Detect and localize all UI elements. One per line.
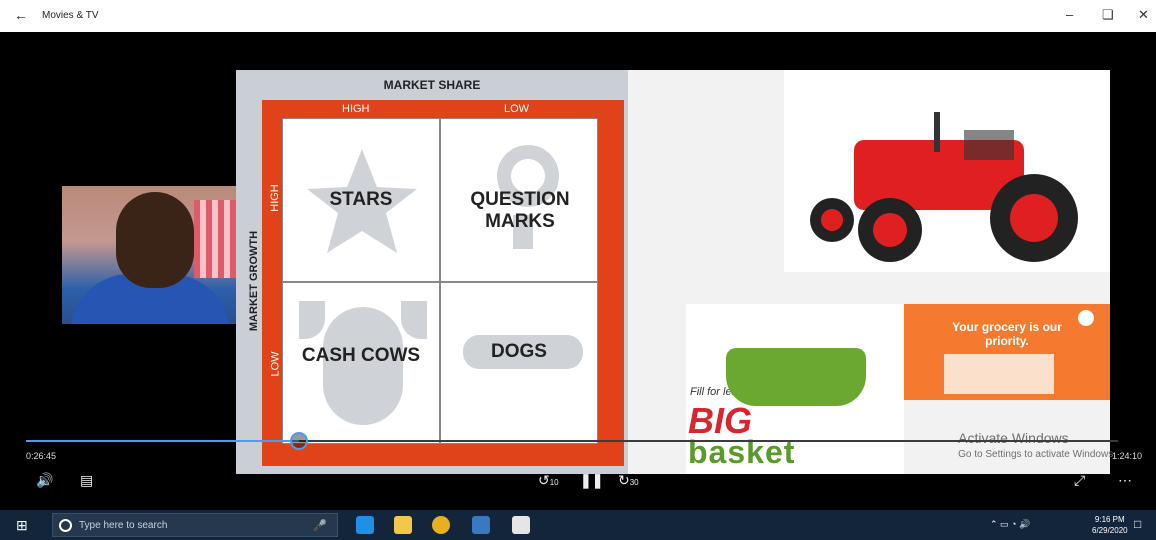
delivery-van-icon — [944, 354, 1054, 394]
market-growth-label: MARKET GROWTH — [248, 230, 260, 332]
pause-icon[interactable]: ❚❚ — [580, 472, 603, 489]
file-explorer-icon[interactable] — [394, 516, 412, 534]
title-bar: ← Movies & TV – ❏ ✕ — [0, 0, 1156, 32]
row-high-label: HIGH — [268, 184, 281, 212]
taskbar: ⊞ Type here to search 🎤 ⌃ ▭ ◔ 🔊 9:16 PM … — [0, 510, 1156, 540]
notifications-icon[interactable]: □ — [1134, 517, 1141, 531]
close-icon[interactable]: ✕ — [1138, 7, 1149, 23]
tractor-icon — [810, 112, 1078, 262]
basket-icon — [726, 348, 866, 406]
stars-cell: STARS — [282, 118, 440, 282]
presenter-head — [116, 192, 194, 288]
market-share-label: MARKET SHARE — [383, 78, 481, 92]
bigbasket-logo-icon — [1078, 310, 1094, 326]
question-marks-cell: QUESTION MARKS — [440, 118, 598, 282]
clock-date: 6/29/2020 — [1092, 526, 1128, 535]
activation-watermark: Activate Windows Go to Settings to activ… — [958, 430, 1116, 460]
rewind-seconds: 10 — [549, 478, 559, 487]
webcam-thumbnail — [62, 186, 236, 324]
question-marks-label: QUESTION MARKS — [470, 189, 570, 232]
microphone-icon[interactable]: 🎤 — [313, 519, 327, 532]
fullscreen-icon[interactable]: ⤢ — [1074, 472, 1085, 489]
cash-cows-cell: CASH COWS — [282, 282, 440, 444]
tractor-image — [784, 70, 1110, 272]
forward-seconds: 30 — [629, 478, 639, 487]
presentation-slide: MARKET SHARE HIGH LOW MARKET GROWTH HIGH… — [236, 70, 1110, 474]
forward-30-icon[interactable]: ↻30 — [618, 472, 639, 489]
activation-title: Activate Windows — [958, 430, 1069, 446]
chrome-icon[interactable] — [432, 516, 450, 534]
cortana-icon — [59, 519, 72, 532]
subtitles-icon[interactable]: ▤ — [80, 472, 93, 489]
bigbasket-ad: Fill for less BIG basket — [686, 304, 904, 474]
video-area[interactable]: MARKET SHARE HIGH LOW MARKET GROWTH HIGH… — [0, 32, 1156, 510]
dogs-label: DOGS — [491, 341, 547, 362]
system-tray-icons[interactable]: ⌃ ▭ ◔ 🔊 — [990, 519, 1030, 530]
volume-icon[interactable]: 🔊 — [36, 472, 53, 489]
clock[interactable]: 9:16 PM 6/29/2020 — [1092, 514, 1128, 536]
movies-tv-icon[interactable] — [512, 516, 530, 534]
minimize-icon[interactable]: – — [1066, 7, 1073, 22]
cow-horn-left — [299, 301, 325, 339]
total-time: 1:24:10 — [1111, 451, 1142, 461]
app-title: Movies & TV — [42, 10, 99, 21]
taskbar-search[interactable]: Type here to search 🎤 — [52, 513, 338, 537]
rewind-10-icon[interactable]: ↺10 — [538, 472, 559, 489]
dogs-cell: DOGS — [440, 282, 598, 444]
seek-progress — [26, 440, 299, 442]
col-low-label: LOW — [504, 103, 530, 115]
edge-icon[interactable] — [356, 516, 374, 534]
cash-cows-label: CASH COWS — [301, 345, 421, 366]
curtain — [194, 200, 236, 278]
restore-icon[interactable]: ❏ — [1102, 7, 1114, 23]
ad-headline: Your grocery is our priority. — [952, 320, 1062, 348]
grocery-ad: Your grocery is our priority. — [904, 304, 1110, 400]
clock-time: 9:16 PM — [1094, 515, 1125, 524]
cow-horn-right — [401, 301, 427, 339]
seek-thumb[interactable] — [290, 432, 308, 450]
back-arrow-icon[interactable]: ← — [14, 7, 28, 23]
more-icon[interactable]: ⋯ — [1118, 472, 1132, 489]
search-placeholder: Type here to search — [79, 520, 168, 531]
stars-label: STARS — [329, 189, 393, 210]
col-high-label: HIGH — [342, 103, 370, 115]
elapsed-time: 0:26:45 — [26, 451, 57, 461]
photos-icon[interactable] — [472, 516, 490, 534]
activation-subtitle: Go to Settings to activate Windows. — [958, 449, 1116, 460]
row-low-label: LOW — [269, 351, 282, 377]
bcg-matrix: MARKET SHARE HIGH LOW MARKET GROWTH HIGH… — [236, 70, 628, 474]
windows-start-icon[interactable]: ⊞ — [16, 517, 28, 534]
